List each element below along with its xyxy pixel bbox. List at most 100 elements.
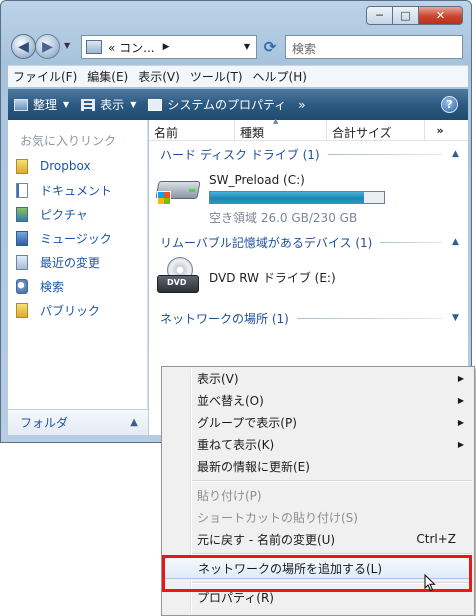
system-properties-label: システムのプロパティ [167, 98, 287, 112]
drive-free-space: 空き領域 26.0 GB/230 GB [209, 211, 358, 225]
menu-item-label: ネットワークの場所を追加する(L) [198, 561, 383, 576]
sidebar-item-documents[interactable]: ドキュメント [8, 178, 147, 202]
menu-help[interactable]: ヘルプ(H) [248, 68, 312, 85]
system-properties-icon [148, 98, 163, 111]
command-bar: 整理 ▼ 表示 ▼ システムのプロパティ » ? [8, 89, 468, 120]
folders-label: フォルダ [20, 416, 69, 430]
documents-icon [16, 182, 28, 198]
menu-view[interactable]: 表示(V) [133, 68, 185, 85]
close-button[interactable]: ✕ [418, 6, 463, 25]
sidebar-item-label: Dropbox [40, 159, 91, 173]
sidebar-item-searches[interactable]: 検索 [8, 274, 147, 298]
context-menu-sort-by[interactable]: 並べ替え(O) ▶ [162, 389, 474, 411]
more-columns-button[interactable]: » [425, 120, 455, 141]
menu-item-label: 表示(V) [197, 371, 239, 386]
group-divider [296, 317, 442, 319]
group-divider [327, 153, 442, 155]
computer-icon [86, 40, 102, 54]
refresh-icon[interactable]: ⟳ [259, 36, 281, 58]
help-icon[interactable]: ? [441, 96, 458, 113]
column-header-name[interactable]: 名前 [149, 120, 235, 141]
sidebar-item-recent-changes[interactable]: 最近の変更 [8, 250, 147, 274]
menu-separator [192, 550, 474, 557]
views-icon [81, 98, 96, 111]
navigation-pane: お気に入りリンク Dropbox ドキュメント ピクチャ ミュージック 最近の変… [8, 120, 148, 435]
context-menu-group-by[interactable]: グループで表示(P) ▶ [162, 411, 474, 433]
breadcrumb-chevron-icon[interactable]: ▶ [163, 42, 170, 52]
sidebar-item-dropbox[interactable]: Dropbox [8, 154, 147, 178]
windows-logo-icon [157, 191, 171, 205]
expand-icon[interactable]: ▼ [452, 313, 468, 323]
menu-edit[interactable]: 編集(E) [82, 68, 133, 85]
recent-changes-icon [16, 254, 28, 270]
column-headers: 名前 ▲ 種類 合計サイズ » [149, 117, 468, 141]
more-commands-button[interactable]: » [292, 89, 311, 120]
address-dropdown-icon[interactable]: ▼ [244, 42, 250, 51]
menu-bar: ファイル(F) 編集(E) 表示(V) ツール(T) ヘルプ(H) [8, 65, 468, 87]
maximize-button[interactable]: □ [392, 6, 419, 25]
address-bar[interactable]: « コン... ▶ ▼ [81, 35, 257, 59]
submenu-arrow-icon: ▶ [457, 395, 464, 405]
dvd-badge: DVD [167, 278, 187, 287]
sidebar-item-label: 最近の変更 [40, 255, 101, 270]
collapse-icon[interactable]: ▲ [452, 237, 468, 247]
sidebar-item-label: ミュージック [40, 231, 112, 246]
dvd-drive-icon: DVD [157, 257, 201, 297]
views-label: 表示 [100, 98, 125, 112]
menu-tools[interactable]: ツール(T) [185, 68, 248, 85]
minimize-button[interactable]: ─ [366, 6, 393, 25]
submenu-arrow-icon: ▶ [457, 417, 464, 427]
search-folder-icon [16, 278, 28, 294]
menu-item-label: 並べ替え(O) [197, 393, 264, 408]
context-menu-undo-rename[interactable]: 元に戻す - 名前の変更(U) Ctrl+Z [162, 528, 474, 550]
folder-icon [16, 302, 28, 318]
organize-label: 整理 [33, 98, 58, 112]
sidebar-item-pictures[interactable]: ピクチャ [8, 202, 147, 226]
search-input[interactable]: 検索 [285, 35, 463, 59]
menu-item-label: 貼り付け(P) [197, 488, 262, 503]
menu-file[interactable]: ファイル(F) [8, 68, 82, 85]
group-header-network[interactable]: ネットワークの場所 (1) ▼ [149, 305, 468, 331]
sidebar-item-label: 検索 [40, 279, 65, 294]
context-menu-paste-shortcut[interactable]: ショートカットの貼り付け(S) [162, 506, 474, 528]
group-header-removable[interactable]: リムーバブル記憶域があるデバイス (1) ▲ [149, 229, 468, 255]
chevron-down-icon: ▼ [130, 100, 137, 109]
drive-item-c[interactable]: SW_Preload (C:) 空き領域 26.0 GB/230 GB [149, 167, 468, 229]
pictures-icon [16, 206, 28, 222]
context-menu-paste[interactable]: 貼り付け(P) [162, 484, 474, 506]
forward-button[interactable]: ▶ [35, 34, 60, 59]
sidebar-item-music[interactable]: ミュージック [8, 226, 147, 250]
back-button[interactable]: ◀ [11, 34, 36, 59]
column-header-type[interactable]: ▲ 種類 [235, 117, 327, 141]
menu-item-label: プロパティ(R) [197, 590, 274, 605]
menu-item-label: 重ねて表示(K) [197, 437, 275, 452]
sort-ascending-icon: ▲ [273, 117, 279, 125]
hard-disk-icon [155, 171, 201, 205]
submenu-arrow-icon: ▶ [457, 439, 464, 449]
column-header-total-size[interactable]: 合計サイズ [327, 120, 425, 141]
organize-button[interactable]: 整理 ▼ [8, 89, 75, 120]
context-menu-refresh[interactable]: 最新の情報に更新(E) [162, 455, 474, 477]
group-divider [380, 241, 442, 243]
hard-disk-light [189, 189, 195, 192]
sidebar-item-label: ドキュメント [40, 183, 113, 198]
group-header-hard-disk[interactable]: ハード ディスク ドライブ (1) ▲ [149, 141, 468, 167]
window-controls: ─ □ ✕ [366, 6, 463, 25]
menu-item-label: ショートカットの貼り付け(S) [197, 510, 358, 525]
drive-name: SW_Preload (C:) [209, 173, 305, 187]
mouse-pointer-icon [424, 574, 436, 592]
context-menu-view[interactable]: 表示(V) ▶ [162, 367, 474, 389]
folders-toggle[interactable]: フォルダ ▲ [8, 409, 148, 435]
drive-name: DVD RW ドライブ (E:) [209, 271, 336, 285]
column-header-label: 種類 [240, 126, 265, 140]
sidebar-item-public[interactable]: パブリック [8, 298, 147, 322]
group-label: ネットワークの場所 (1) [160, 311, 289, 326]
recent-pages-dropdown[interactable]: ▼ [64, 41, 70, 50]
group-label: リムーバブル記憶域があるデバイス (1) [160, 235, 373, 250]
collapse-icon[interactable]: ▲ [452, 149, 468, 159]
context-menu-stack-by[interactable]: 重ねて表示(K) ▶ [162, 433, 474, 455]
drive-usage-bar [209, 191, 385, 204]
views-button[interactable]: 表示 ▼ [75, 89, 142, 120]
drive-item-e[interactable]: DVD DVD RW ドライブ (E:) [149, 255, 468, 305]
system-properties-button[interactable]: システムのプロパティ [142, 89, 292, 120]
